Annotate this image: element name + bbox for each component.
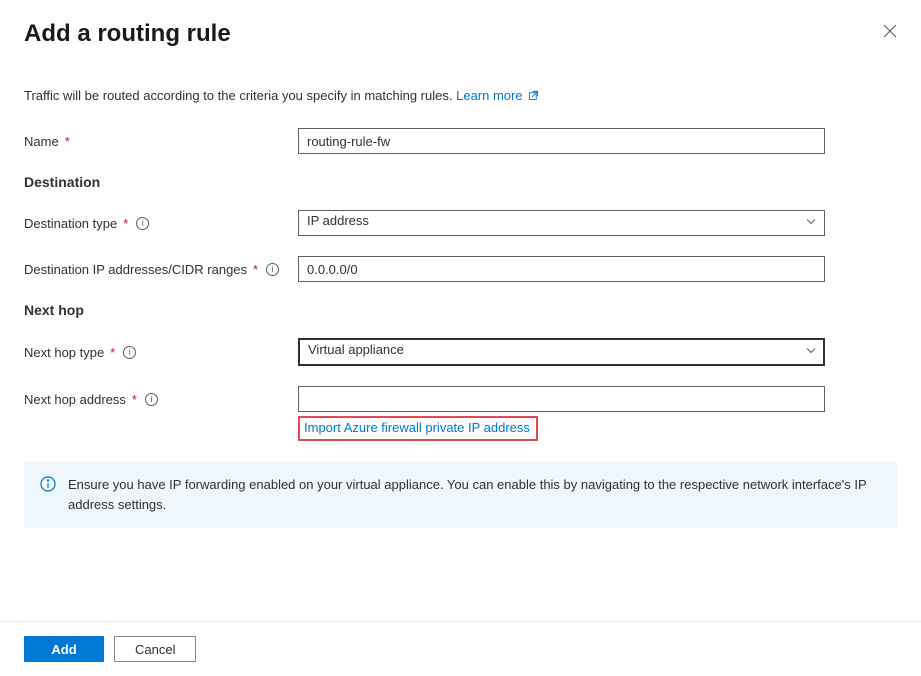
next-hop-address-input[interactable] xyxy=(298,386,825,412)
name-label: Name * xyxy=(24,134,298,149)
destination-type-select-wrap: IP address xyxy=(298,210,825,236)
panel-footer: Add Cancel xyxy=(0,621,921,676)
destination-type-select[interactable]: IP address xyxy=(298,210,825,236)
cancel-button[interactable]: Cancel xyxy=(114,636,196,662)
destination-heading: Destination xyxy=(24,174,897,190)
learn-more-link[interactable]: Learn more xyxy=(456,88,539,103)
destination-cidr-input[interactable] xyxy=(298,256,825,282)
next-hop-type-label: Next hop type * i xyxy=(24,345,298,360)
required-indicator: * xyxy=(132,392,137,407)
required-indicator: * xyxy=(65,134,70,149)
panel-description: Traffic will be routed according to the … xyxy=(24,88,897,104)
name-input[interactable] xyxy=(298,128,825,154)
info-icon[interactable]: i xyxy=(145,393,158,406)
import-link-row: Import Azure firewall private IP address xyxy=(24,416,897,441)
external-link-icon xyxy=(528,89,539,104)
next-hop-type-row: Next hop type * i Virtual appliance xyxy=(24,338,897,366)
destination-cidr-row: Destination IP addresses/CIDR ranges * i xyxy=(24,256,897,282)
info-icon[interactable]: i xyxy=(123,346,136,359)
next-hop-address-row: Next hop address * i xyxy=(24,386,897,412)
destination-type-label: Destination type * i xyxy=(24,216,298,231)
import-firewall-ip-link[interactable]: Import Azure firewall private IP address xyxy=(298,416,538,441)
required-indicator: * xyxy=(110,345,115,360)
next-hop-type-select[interactable]: Virtual appliance xyxy=(298,338,825,366)
required-indicator: * xyxy=(123,216,128,231)
next-hop-address-label: Next hop address * i xyxy=(24,392,298,407)
description-text: Traffic will be routed according to the … xyxy=(24,88,452,103)
panel-title: Add a routing rule xyxy=(24,20,897,48)
add-button[interactable]: Add xyxy=(24,636,104,662)
destination-type-row: Destination type * i IP address xyxy=(24,210,897,236)
destination-cidr-label: Destination IP addresses/CIDR ranges * i xyxy=(24,262,298,277)
required-indicator: * xyxy=(253,262,258,277)
close-icon xyxy=(883,24,897,38)
name-row: Name * xyxy=(24,128,897,154)
next-hop-heading: Next hop xyxy=(24,302,897,318)
info-circle-icon xyxy=(40,476,56,495)
info-icon[interactable]: i xyxy=(136,217,149,230)
routing-rule-panel: Add a routing rule Traffic will be route… xyxy=(0,0,921,528)
info-banner: Ensure you have IP forwarding enabled on… xyxy=(24,461,897,528)
next-hop-type-select-wrap: Virtual appliance xyxy=(298,338,825,366)
info-banner-text: Ensure you have IP forwarding enabled on… xyxy=(68,475,881,514)
close-button[interactable] xyxy=(883,24,897,40)
info-icon[interactable]: i xyxy=(266,263,279,276)
